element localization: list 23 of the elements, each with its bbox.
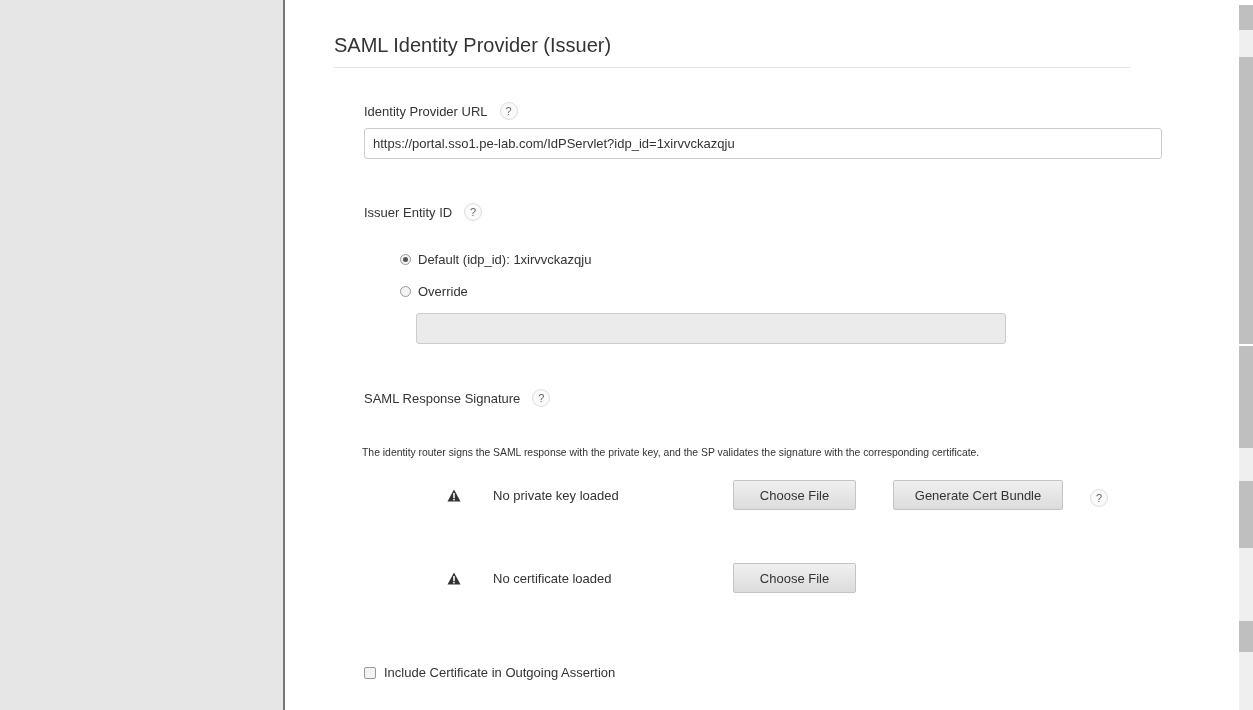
status-text: No private key loaded xyxy=(493,487,620,503)
field-label: Issuer Entity ID xyxy=(364,204,453,220)
description-text: The identity router signs the SAML response with the private key, and the SP validates the signature with the corresponding certificate. xyxy=(362,447,981,458)
warning-icon xyxy=(447,571,461,585)
field-label: SAML Response Signature xyxy=(364,390,521,406)
url-input[interactable]: https://portal.sso1.pe-lab.com/IdPServlet?idp_id=1xirvvckazqju xyxy=(364,128,1162,159)
file-button[interactable]: Generate Cert Bundle xyxy=(893,480,1063,510)
help-icon[interactable]: ? xyxy=(1090,489,1108,507)
radio-label: Override xyxy=(418,283,468,299)
file-button[interactable]: Choose File xyxy=(733,563,856,593)
help-icon[interactable]: ? xyxy=(532,389,551,407)
help-icon[interactable]: ? xyxy=(464,203,483,221)
field-label: Identity Provider URL xyxy=(364,103,488,119)
radio-button[interactable] xyxy=(400,253,411,265)
file-button[interactable]: Choose File xyxy=(733,480,856,510)
warning-icon xyxy=(447,488,461,502)
help-icon[interactable]: ? xyxy=(499,102,518,120)
checkbox-label: Include Certificate in Outgoing Assertion xyxy=(384,665,616,680)
section-title: SAML Identity Provider (Issuer) xyxy=(334,34,1130,68)
status-text: No certificate loaded xyxy=(493,570,613,586)
radio-label: Default (idp_id): 1xirvvckazqju xyxy=(418,251,592,267)
radio-button[interactable] xyxy=(400,285,411,297)
checkbox[interactable] xyxy=(364,666,376,679)
